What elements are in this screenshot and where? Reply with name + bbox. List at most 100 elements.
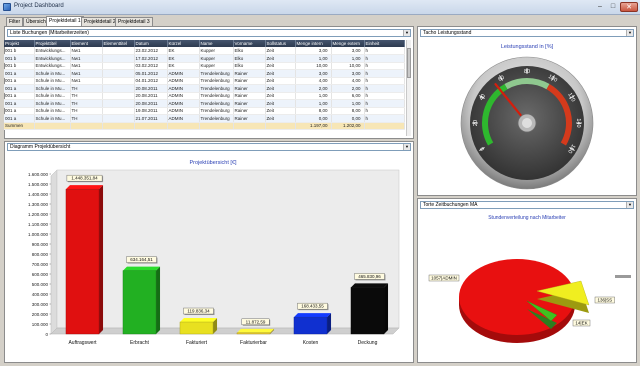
column-header[interactable]: Menge extern — [331, 40, 365, 47]
bar — [236, 332, 271, 335]
bar — [350, 287, 385, 335]
chevron-down-icon[interactable]: ▼ — [626, 30, 633, 36]
bookings-selector-label: Liste Buchungen (Mitarbeiterzeiten) — [10, 30, 89, 36]
column-header[interactable]: Projekttitel — [34, 40, 71, 47]
table-cell: 17.02.2012 — [134, 54, 168, 63]
table-cell: Kupper — [199, 54, 234, 63]
data-label: 119.836,34 — [187, 309, 210, 314]
chevron-down-icon[interactable]: ▼ — [403, 144, 410, 150]
column-header[interactable]: Sollstatus — [265, 40, 296, 47]
tab-projektdetail-3[interactable]: Projektdetail 3 — [115, 17, 153, 26]
table-cell: Schule in Mu... — [34, 92, 71, 100]
column-header[interactable]: Element — [70, 40, 103, 47]
scrollbar-thumb[interactable] — [407, 48, 411, 78]
column-header[interactable]: Vorname — [233, 40, 266, 47]
table-cell: h — [364, 107, 405, 115]
table-cell — [102, 92, 135, 100]
table-cell: Kupper — [199, 62, 234, 70]
minimize-icon[interactable]: – — [594, 2, 606, 12]
bar-top — [350, 283, 389, 288]
table-row[interactable]: 001 a Schule in Mu... TH 19.08.2011 ADMIN Tre… — [4, 107, 405, 115]
table-row[interactable]: 001 a Schule in Mu... TH 20.08.2011 ADMIN Tre… — [4, 84, 405, 93]
maximize-icon[interactable]: □ — [607, 2, 619, 12]
table-row[interactable]: 001 a Schule in Mu... TH 20.08.2011 ADMIN Tre… — [4, 92, 405, 100]
column-header[interactable]: Name — [199, 40, 234, 47]
column-header[interactable]: Einheit — [364, 40, 405, 47]
table-cell: Schule in Mu... — [34, 107, 71, 115]
table-row[interactable]: 001 b Entwicklungs... Nw1 17.02.2012 EK Kuppe… — [4, 54, 405, 63]
table-cell: Nw1 — [70, 69, 103, 78]
table-cell: 10,00 — [331, 62, 365, 70]
table-cell: Zeit — [265, 114, 296, 123]
close-icon[interactable]: ✕ — [620, 2, 638, 12]
y-tick-label: 1.000.000 — [28, 232, 49, 237]
table-cell: TH — [70, 114, 103, 123]
bar — [122, 270, 157, 335]
table-row[interactable]: 001 a Schule in Mu... TH 20.08.2011 ADMIN Tre… — [4, 99, 405, 108]
table-cell: 20.08.2011 — [134, 92, 168, 100]
diagram-panel: Diagramm Projektübersicht ▼ Projektübers… — [4, 141, 414, 363]
table-cell: ADMIN — [167, 99, 200, 108]
chevron-down-icon[interactable]: ▼ — [403, 30, 410, 36]
summary-cell — [364, 121, 405, 130]
table-cell: Rainer — [233, 69, 266, 78]
table-row[interactable]: 001 a Schule in Mu... Nw1 05.01.2012 ADMIN Tr… — [4, 69, 405, 78]
column-header[interactable]: Kürzel — [167, 40, 200, 47]
column-header[interactable]: Projekt — [4, 40, 35, 47]
table-cell: 1,00 — [295, 54, 332, 63]
table-cell: 3,00 — [295, 69, 332, 78]
table-cell: h — [364, 84, 405, 93]
table-row[interactable]: 001 b Entwicklungs... Nw1 23.02.2012 EK Kuppe… — [4, 47, 405, 55]
bookings-table: Projekt Projekttitel Element Elementtitel Da… — [4, 40, 405, 130]
column-header[interactable]: Menge intern — [295, 40, 332, 47]
app-icon — [3, 3, 11, 11]
pie-panel: Torte Zeitbuchungen MA ▼ Stundenverteilu… — [417, 198, 637, 363]
table-cell: 001 a — [4, 77, 35, 85]
tacho-selector[interactable]: Tacho Leistungsstand ▼ — [420, 29, 634, 37]
table-cell: 3,00 — [331, 69, 365, 78]
table-cell: Entwicklungs... — [34, 62, 71, 70]
table-cell: EK — [167, 47, 200, 55]
table-cell: Kupper — [199, 47, 234, 55]
table-row[interactable]: 001 b Entwicklungs... Nw1 03.02.2012 EK Kuppe… — [4, 62, 405, 70]
table-cell: 001 a — [4, 114, 35, 123]
tab-projektdetail-1[interactable]: Projektdetail 1 — [46, 16, 84, 26]
table-scrollbar[interactable] — [406, 40, 411, 136]
table-cell: 0,00 — [295, 114, 332, 123]
column-header[interactable]: Datum — [134, 40, 168, 47]
gauge-hub-inner — [522, 118, 532, 128]
table-cell: 3,00 — [331, 47, 365, 55]
table-cell: ADMIN — [167, 114, 200, 123]
data-label: 465.830,96 — [358, 274, 381, 279]
summary-row: Summen 1.197,00 1.202,00 — [4, 121, 405, 130]
x-tick-label: Fakturiert — [186, 340, 208, 346]
table-cell: 1,00 — [331, 54, 365, 63]
title-bar: Project Dashboard – □ ✕ — [0, 0, 640, 15]
data-label: 11.872,59 — [246, 319, 266, 324]
bar-top — [236, 328, 275, 333]
tab-projektdetail-2[interactable]: Projektdetail 2 — [81, 17, 119, 26]
chevron-down-icon[interactable]: ▼ — [626, 202, 633, 208]
table-cell: ADMIN — [167, 92, 200, 100]
tab-filter[interactable]: Filter — [6, 17, 24, 26]
table-cell: EK — [167, 54, 200, 63]
table-cell: Nw1 — [70, 54, 103, 63]
pie-title: Stundenverteilung nach Mitarbeiter — [488, 215, 566, 221]
table-header-row: Projekt Projekttitel Element Elementtitel Da… — [4, 40, 405, 47]
pie-selector[interactable]: Torte Zeitbuchungen MA ▼ — [420, 201, 634, 209]
table-cell: Elko — [233, 62, 266, 70]
column-header[interactable]: Elementtitel — [102, 40, 135, 47]
table-cell: 4,00 — [331, 77, 365, 85]
bar-top — [179, 318, 218, 323]
y-tick-label: 100.000 — [32, 322, 49, 327]
bookings-selector[interactable]: Liste Buchungen (Mitarbeiterzeiten) ▼ — [7, 29, 411, 37]
x-tick-label: Deckung — [358, 340, 378, 346]
y-tick-label: 300.000 — [32, 302, 49, 307]
diagram-selector[interactable]: Diagramm Projektübersicht ▼ — [7, 143, 411, 151]
table-cell: 3,00 — [295, 47, 332, 55]
table-cell: 001 a — [4, 107, 35, 115]
table-cell: ADMIN — [167, 69, 200, 78]
table-row[interactable]: 001 a Schule in Mu... TH 21.07.2011 ADMIN Tre… — [4, 114, 405, 123]
table-row[interactable]: 001 a Schule in Mu... Nw1 04.01.2012 ADMIN Tr… — [4, 77, 405, 85]
table-cell: Entwicklungs... — [34, 47, 71, 55]
